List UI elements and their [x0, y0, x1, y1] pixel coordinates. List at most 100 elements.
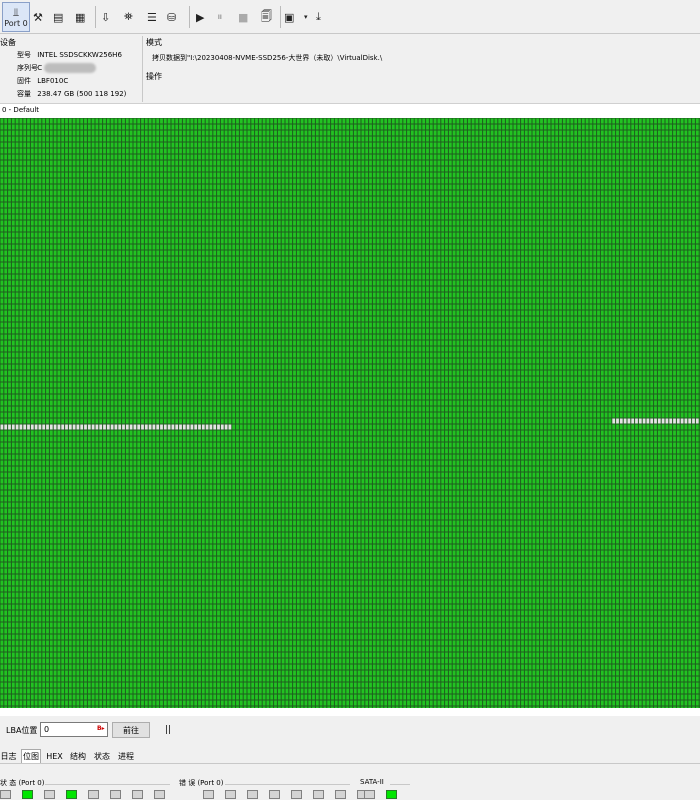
block-cell-copied: [217, 148, 220, 154]
block-cell-copied: [160, 148, 163, 154]
block-cell-copied: [232, 148, 236, 154]
block-cell-copied: [239, 226, 243, 232]
block-cell-copied: [198, 208, 201, 214]
block-cell-copied: [338, 190, 342, 196]
block-cell-copied: [125, 202, 129, 208]
block-cell-copied: [509, 190, 513, 196]
block-cell-copied: [372, 238, 376, 244]
block-cell-copied: [475, 250, 479, 256]
block-cell-copied: [403, 244, 407, 250]
block-cell-copied: [684, 160, 688, 166]
document-icon[interactable]: 🗐: [261, 6, 272, 28]
block-cell-copied: [186, 166, 190, 172]
plug-icon[interactable]: ⇩: [101, 6, 110, 28]
block-cell-copied: [524, 166, 528, 172]
binoculars-icon[interactable]: ⛯: [124, 6, 133, 28]
block-map[interactable]: [0, 118, 700, 708]
block-cell-copied: [369, 262, 372, 268]
tools-icon[interactable]: ⚒: [33, 6, 43, 28]
block-cell-copied: [638, 178, 642, 184]
block-cell-copied: [72, 232, 76, 238]
block-cell-copied: [471, 154, 475, 160]
block-cell-copied: [426, 262, 429, 268]
block-cell-copied: [19, 250, 23, 256]
block-cell-copied: [175, 196, 179, 202]
block-cell-copied: [342, 232, 346, 238]
block-cell-copied: [308, 250, 312, 256]
block-cell-copied: [543, 250, 547, 256]
block-cell-copied: [437, 232, 441, 238]
block-cell-copied: [680, 256, 684, 262]
block-cell-copied: [638, 232, 642, 238]
block-cell-copied: [312, 238, 315, 244]
block-cell-copied: [152, 154, 156, 160]
chip-icon[interactable]: ▦: [75, 6, 85, 28]
block-cell-copied: [524, 250, 528, 256]
block-cell-copied: [152, 142, 156, 148]
block-cell-copied: [346, 118, 350, 124]
block-cell-copied: [441, 178, 445, 184]
block-cell-copied: [87, 268, 91, 274]
block-cell-copied: [220, 166, 224, 172]
block-cell-copied: [30, 148, 34, 154]
block-cell-copied: [125, 130, 129, 136]
block-cell-copied: [148, 214, 152, 220]
pause-icon[interactable]: ⏸: [217, 6, 223, 28]
block-cell-copied: [342, 154, 346, 160]
block-map-grid[interactable]: [0, 118, 700, 708]
block-cell-copied: [61, 208, 65, 214]
block-cell-copied: [422, 274, 426, 280]
block-cell-copied: [285, 148, 289, 154]
block-cell-copied: [540, 148, 543, 154]
block-cell-copied: [304, 256, 308, 262]
block-cell-copied: [198, 190, 201, 196]
block-cell-copied: [205, 184, 209, 190]
copy-icon[interactable]: ☰: [147, 6, 157, 28]
block-cell-copied: [236, 154, 239, 160]
block-cell-copied: [144, 184, 148, 190]
block-cell-copied: [190, 268, 194, 274]
block-cell-copied: [270, 148, 274, 154]
stop-icon[interactable]: ■: [238, 6, 248, 28]
step-icon[interactable]: ⤓: [316, 6, 321, 28]
block-cell-copied: [467, 172, 471, 178]
block-cell-copied: [270, 190, 274, 196]
block-cell-copied: [695, 208, 699, 214]
block-cell-copied: [642, 148, 646, 154]
block-cell-copied: [87, 196, 91, 202]
block-cell-copied: [536, 142, 540, 148]
block-cell-copied: [285, 250, 289, 256]
block-cell-copied: [369, 202, 372, 208]
block-cell-copied: [676, 130, 680, 136]
dropdown-icon[interactable]: ▾: [304, 6, 308, 28]
block-cell-copied: [296, 274, 300, 280]
block-cell-copied: [205, 118, 209, 124]
block-cell-copied: [623, 202, 627, 208]
block-cell-copied: [137, 166, 141, 172]
play-icon[interactable]: ▶: [196, 6, 204, 28]
disk-icon[interactable]: ▤: [53, 6, 63, 28]
block-cell-copied: [528, 148, 532, 154]
jar-icon[interactable]: ⛁: [167, 6, 176, 28]
block-cell-copied: [213, 178, 217, 184]
block-cell-copied: [471, 268, 475, 274]
block-cell-copied: [110, 178, 114, 184]
block-cell-copied: [91, 274, 95, 280]
port-button[interactable]: ⫫ Port 0: [2, 2, 30, 32]
block-cell-copied: [445, 190, 448, 196]
block-cell-copied: [99, 226, 103, 232]
block-cell-copied: [315, 190, 319, 196]
block-cell-copied: [156, 172, 160, 178]
block-cell-copied: [483, 136, 486, 142]
block-cell-copied: [498, 226, 502, 232]
block-cell-copied: [600, 232, 604, 238]
block-cell-copied: [186, 202, 190, 208]
block-cell-copied: [422, 232, 426, 238]
block-cell-copied: [494, 208, 498, 214]
monitor-icon[interactable]: ▣: [284, 6, 294, 28]
block-cell-copied: [338, 124, 342, 130]
block-cell-copied: [122, 154, 125, 160]
block-cell-copied: [414, 250, 418, 256]
block-cell-copied: [4, 130, 8, 136]
block-cell-copied: [190, 136, 194, 142]
